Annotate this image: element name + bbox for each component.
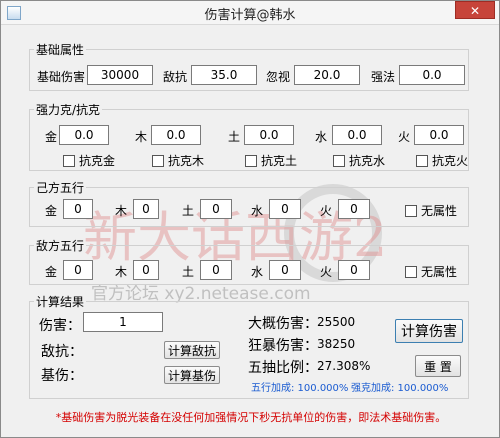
self-fire-label: 火: [320, 204, 333, 218]
self-no-attribute-label: 无属性: [421, 204, 458, 218]
damage-label: 伤害：: [39, 318, 81, 334]
enemy-fire-label: 火: [320, 265, 333, 279]
strong-input[interactable]: [399, 65, 465, 85]
anti-fire-checkbox[interactable]: 抗克火: [416, 152, 468, 169]
title-bar: 伤害计算@韩水 ✕: [1, 1, 499, 25]
enemy-earth-input[interactable]: [200, 260, 232, 280]
anti-earth-label: 抗克土: [261, 154, 298, 168]
self-water-label: 水: [251, 204, 264, 218]
base-damage-input[interactable]: [87, 65, 153, 85]
enemy-elements-group: 敌方五行: [29, 237, 469, 285]
close-button[interactable]: ✕: [455, 1, 495, 19]
enemy-water-label: 水: [251, 265, 264, 279]
enemy-wood-input[interactable]: [133, 260, 159, 280]
close-icon: ✕: [469, 4, 481, 18]
force-water-label: 水: [315, 130, 328, 144]
calc-base-button[interactable]: 计算基伤: [164, 366, 220, 384]
damage-input[interactable]: [83, 312, 163, 332]
anti-water-box[interactable]: [333, 154, 345, 167]
force-metal-label: 金: [45, 130, 58, 144]
anti-metal-label: 抗克金: [79, 154, 116, 168]
self-wood-label: 木: [115, 204, 128, 218]
self-metal-label: 金: [45, 204, 58, 218]
resist-label: 敌抗: [163, 70, 188, 84]
ignore-label: 忽视: [266, 70, 291, 84]
force-wood-input[interactable]: [151, 125, 201, 145]
self-earth-label: 土: [182, 204, 195, 218]
enemy-no-attribute-checkbox[interactable]: 无属性: [405, 263, 457, 280]
enemy-elements-legend: 敌方五行: [36, 239, 85, 253]
self-water-input[interactable]: [269, 199, 301, 219]
calc-damage-button[interactable]: 计算伤害: [395, 319, 463, 343]
self-wood-input[interactable]: [133, 199, 159, 219]
resist-input[interactable]: [191, 65, 257, 85]
base-attributes-legend: 基础属性: [36, 43, 85, 57]
ratio-label: 五抽比例：: [248, 360, 318, 376]
crit-damage-value: 38250: [317, 337, 356, 351]
strong-bonus-text: 强克加成: 100.000%: [351, 383, 449, 394]
enemy-wood-label: 木: [115, 265, 128, 279]
anti-earth-box[interactable]: [245, 154, 257, 167]
anti-wood-label: 抗克木: [168, 154, 205, 168]
self-elements-group: 己方五行: [29, 179, 469, 227]
wuxing-bonus-text: 五行加成: 100.000%: [251, 383, 349, 394]
force-earth-input[interactable]: [244, 125, 294, 145]
enemy-no-attribute-label: 无属性: [421, 265, 458, 279]
anti-metal-checkbox[interactable]: 抗克金: [63, 152, 115, 169]
self-no-attribute-checkbox[interactable]: 无属性: [405, 202, 457, 219]
self-elements-legend: 己方五行: [36, 181, 85, 195]
approx-damage-value: 25500: [317, 315, 356, 329]
force-wood-label: 木: [135, 130, 148, 144]
force-water-input[interactable]: [332, 125, 382, 145]
app-window: 伤害计算@韩水 ✕ 新大话西游2 官方论坛 xy2.netease.com 基础…: [0, 0, 500, 438]
strong-label: 强法: [371, 70, 396, 84]
approx-damage-label: 大概伤害：: [248, 316, 318, 332]
window-title: 伤害计算@韩水: [204, 8, 296, 23]
resist-result-label: 敌抗：: [41, 344, 83, 360]
enemy-water-input[interactable]: [269, 260, 301, 280]
ratio-value: 27.308%: [317, 359, 371, 373]
anti-fire-label: 抗克火: [432, 154, 469, 168]
anti-water-checkbox[interactable]: 抗克水: [333, 152, 385, 169]
anti-wood-checkbox[interactable]: 抗克木: [152, 152, 204, 169]
result-legend: 计算结果: [36, 295, 85, 309]
self-metal-input[interactable]: [63, 199, 93, 219]
enemy-metal-label: 金: [45, 265, 58, 279]
enemy-earth-label: 土: [182, 265, 195, 279]
base-result-label: 基伤：: [41, 368, 83, 384]
self-fire-input[interactable]: [338, 199, 370, 219]
base-damage-label: 基础伤害: [37, 70, 86, 84]
force-fire-input[interactable]: [414, 125, 464, 145]
self-no-attribute-box[interactable]: [405, 204, 417, 217]
crit-damage-label: 狂暴伤害：: [248, 338, 318, 354]
calc-resist-button[interactable]: 计算敌抗: [164, 341, 220, 359]
anti-water-label: 抗克水: [349, 154, 386, 168]
enemy-metal-input[interactable]: [63, 260, 93, 280]
force-fire-label: 火: [398, 130, 411, 144]
anti-wood-box[interactable]: [152, 154, 164, 167]
anti-fire-box[interactable]: [416, 154, 428, 167]
enemy-fire-input[interactable]: [338, 260, 370, 280]
ignore-input[interactable]: [294, 65, 360, 85]
anti-earth-checkbox[interactable]: 抗克土: [245, 152, 297, 169]
enemy-no-attribute-box[interactable]: [405, 265, 417, 278]
force-earth-label: 土: [228, 130, 241, 144]
force-metal-input[interactable]: [59, 125, 109, 145]
footer-note: *基础伤害为脱光装备在没任何加强情况下秒无抗单位的伤害，即法术基础伤害。: [55, 411, 447, 424]
reset-button[interactable]: 重 置: [415, 355, 461, 377]
self-earth-input[interactable]: [200, 199, 232, 219]
force-legend: 强力克/抗克: [36, 103, 101, 117]
anti-metal-box[interactable]: [63, 154, 75, 167]
